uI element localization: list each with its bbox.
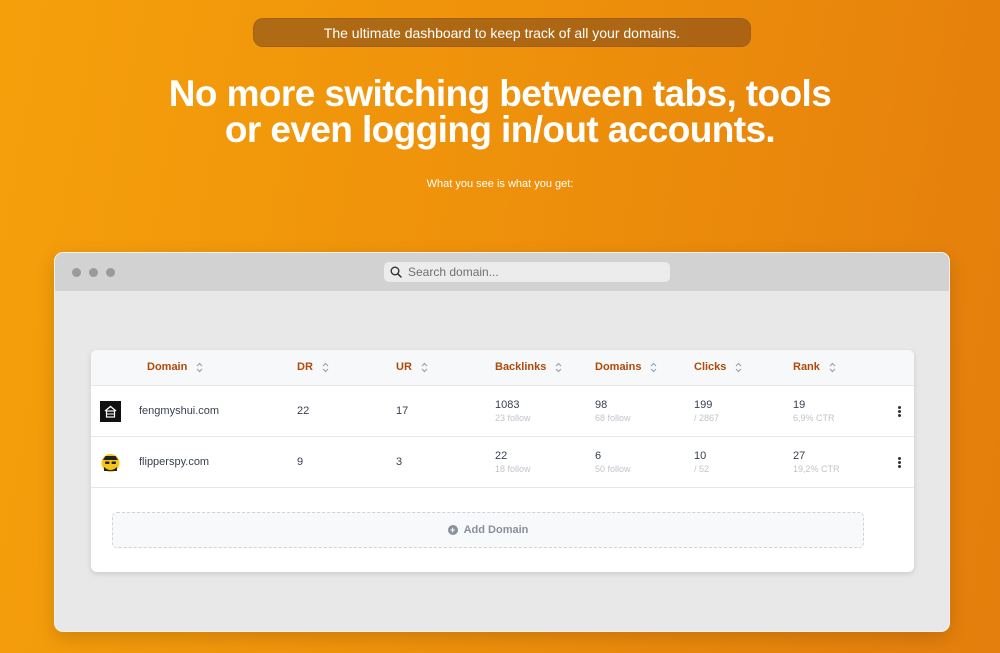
domains-value: 6 50 follow <box>595 450 631 474</box>
column-header-rank[interactable]: Rank <box>793 361 836 373</box>
search-placeholder: Search domain... <box>408 265 499 279</box>
clicks-value: 10 / 52 <box>694 450 710 474</box>
plus-icon: + <box>447 525 458 535</box>
ur-value: 17 <box>396 405 409 417</box>
dr-value: 22 <box>297 405 310 417</box>
sort-icon <box>735 362 742 372</box>
hero-headline-line-1: No more switching between tabs, tools <box>168 73 832 114</box>
tagline-banner: The ultimate dashboard to keep track of … <box>253 18 751 47</box>
hero-subtitle: What you see is what you get: <box>426 178 574 190</box>
rank-value: 27 19,2% CTR <box>793 450 840 474</box>
domain-name[interactable]: fengmyshui.com <box>139 405 219 417</box>
domain-name[interactable]: flipperspy.com <box>139 456 209 468</box>
add-domain-label: Add Domain <box>463 524 529 536</box>
dr-value: 9 <box>297 456 304 468</box>
column-header-dr[interactable]: DR <box>297 361 329 373</box>
search-input[interactable]: Search domain... <box>384 262 670 282</box>
search-icon <box>390 266 402 278</box>
hero-headline-line-2: or even logging in/out accounts. <box>224 109 776 150</box>
backlinks-value: 1083 23 follow <box>495 399 531 423</box>
maximize-dot[interactable] <box>106 268 115 277</box>
sort-icon <box>421 362 428 372</box>
ur-value: 3 <box>396 456 403 468</box>
sort-icon <box>322 362 329 372</box>
backlinks-value: 22 18 follow <box>495 450 531 474</box>
close-dot[interactable] <box>72 268 81 277</box>
column-header-domain[interactable]: Domain <box>147 361 203 373</box>
column-header-backlinks[interactable]: Backlinks <box>495 361 562 373</box>
sort-icon <box>196 362 203 372</box>
sort-icon <box>829 362 836 372</box>
table-header: Domain DR UR Backlinks Domains Clicks Ra… <box>91 350 914 386</box>
clicks-value: 199 / 2867 <box>694 399 720 423</box>
table-row[interactable]: flipperspy.com 9 3 22 18 follow 6 50 fol… <box>91 437 914 488</box>
column-header-domains[interactable]: Domains <box>595 361 657 373</box>
rank-value: 19 6,9% CTR <box>793 399 835 423</box>
more-options-icon[interactable] <box>896 456 902 470</box>
hero-headline: No more switching between tabs, tools or… <box>0 73 1000 150</box>
add-domain-button[interactable]: + Add Domain <box>112 512 864 548</box>
sort-icon <box>555 362 562 372</box>
domains-value: 98 68 follow <box>595 399 631 423</box>
column-header-ur[interactable]: UR <box>396 361 428 373</box>
browser-titlebar: Search domain... <box>55 253 949 291</box>
domains-table-card: Domain DR UR Backlinks Domains Clicks Ra… <box>91 350 914 572</box>
browser-window: Search domain... Domain DR UR Backlinks … <box>54 252 950 632</box>
minimize-dot[interactable] <box>89 268 98 277</box>
spy-face-logo-icon <box>101 454 120 472</box>
sort-icon <box>651 362 657 372</box>
table-row[interactable]: fengmyshui.com 22 17 1083 23 follow 98 6… <box>91 386 914 437</box>
house-logo-icon <box>100 401 121 422</box>
more-options-icon[interactable] <box>896 405 902 419</box>
column-header-clicks[interactable]: Clicks <box>694 361 742 373</box>
